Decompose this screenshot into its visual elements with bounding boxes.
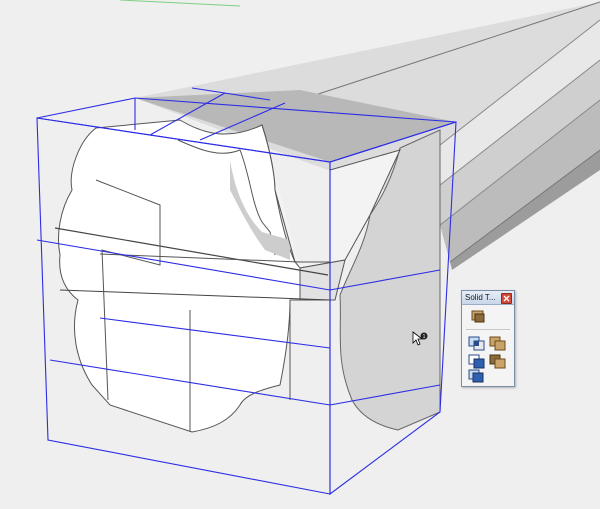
sketchup-viewport[interactable]: Solid T... 1 (0, 0, 600, 509)
front-profile (58, 119, 301, 433)
union-icon[interactable] (489, 335, 506, 352)
outer-shell-icon[interactable] (470, 308, 487, 325)
solid-tools-toolbar[interactable]: Solid T... (461, 290, 515, 387)
toolbar-title: Solid T... (465, 293, 496, 302)
split-icon[interactable] (468, 368, 485, 385)
3d-model-scene (36, 0, 600, 496)
trim-icon[interactable] (489, 353, 506, 370)
pointer-cursor-icon: 1 (412, 331, 430, 349)
close-icon[interactable] (501, 293, 512, 304)
intersect-icon[interactable] (468, 335, 485, 352)
toolbar-separator (466, 329, 510, 330)
svg-text:1: 1 (423, 334, 426, 340)
green-axis-line (119, 0, 241, 7)
toolbar-titlebar[interactable]: Solid T... (462, 291, 514, 305)
